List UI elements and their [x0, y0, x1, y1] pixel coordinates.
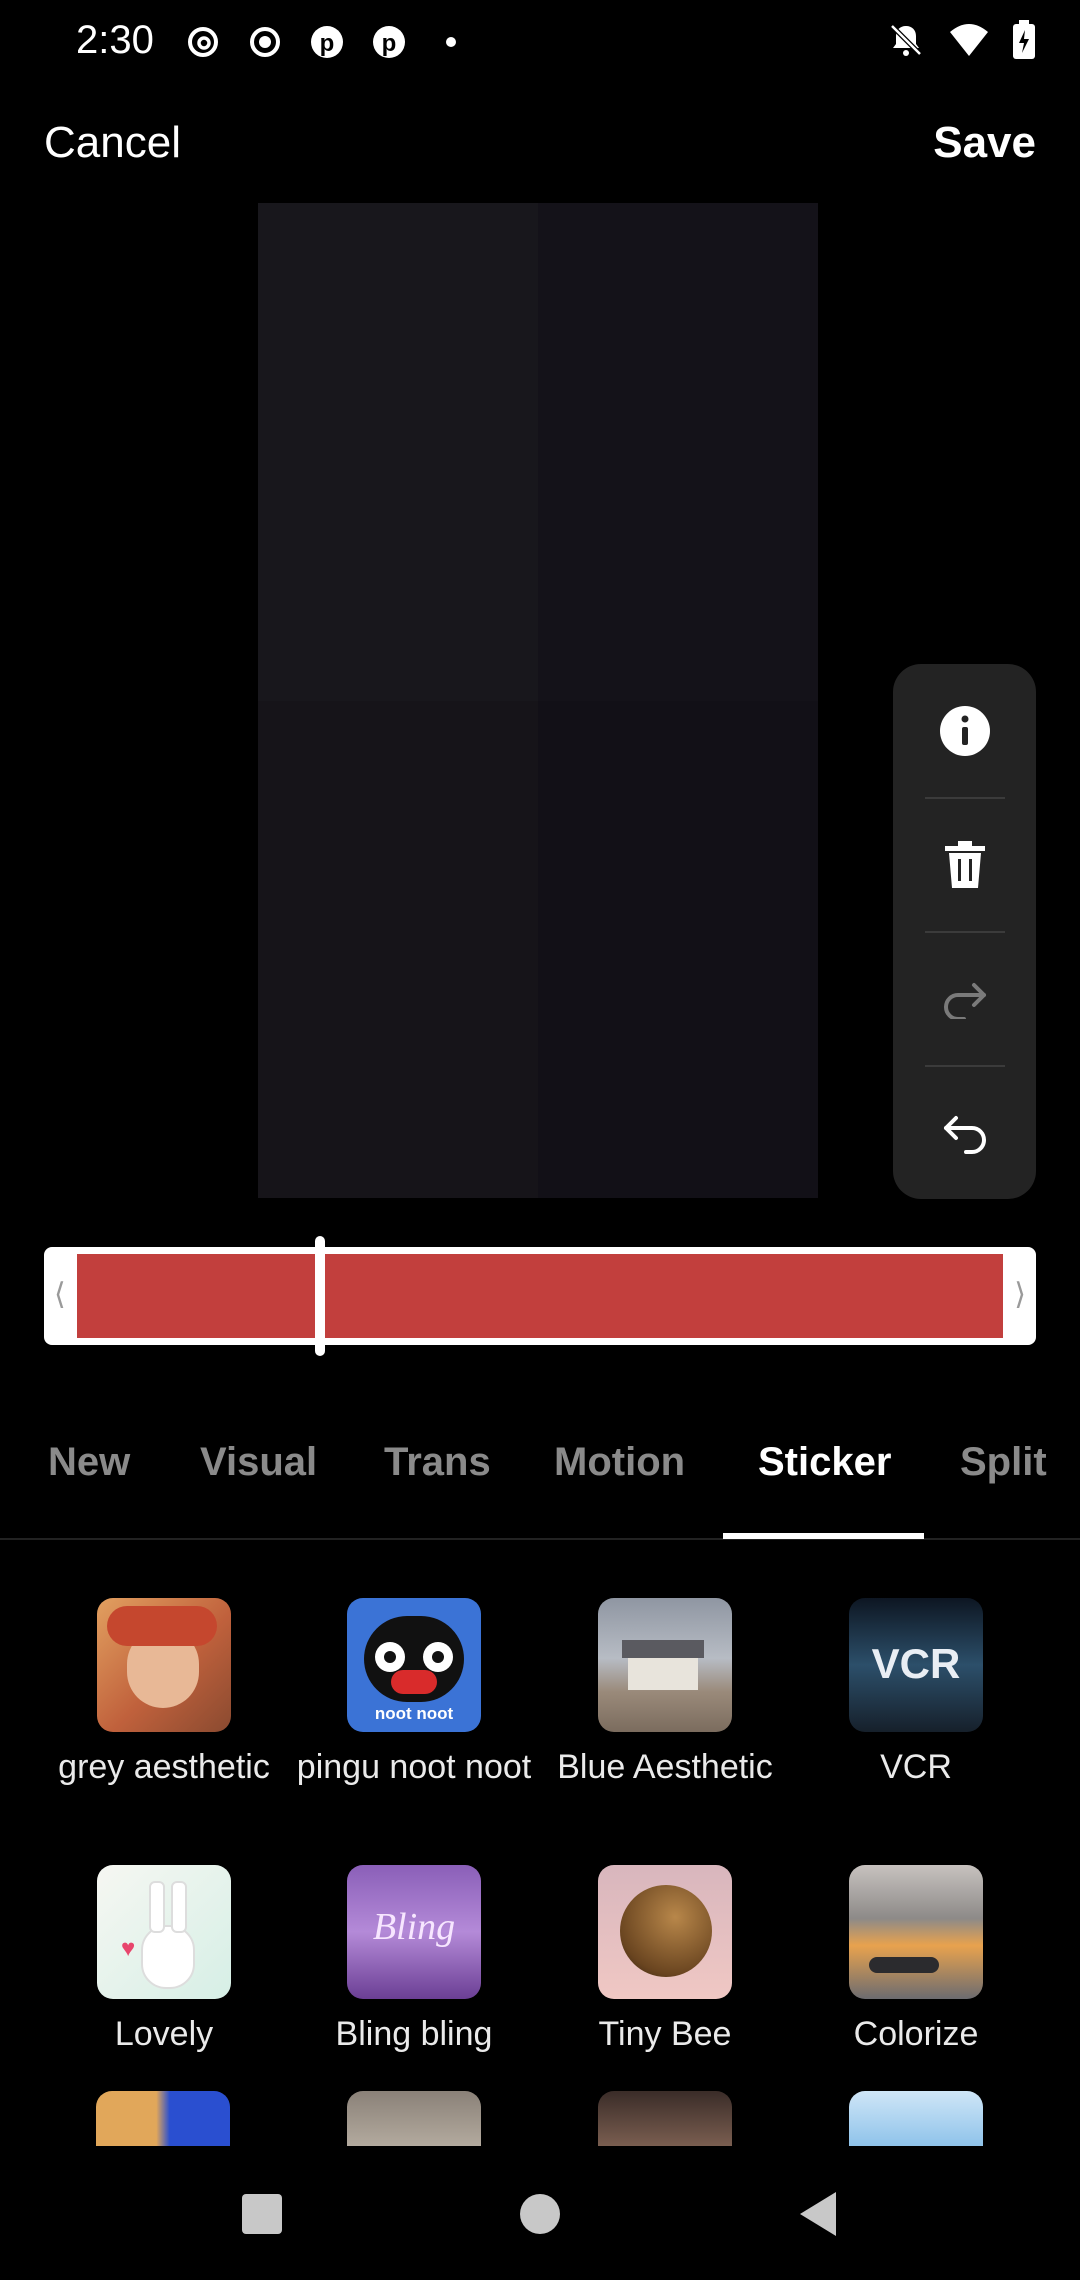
system-nav-bar	[0, 2148, 1080, 2280]
tab-trans[interactable]: Trans	[384, 1440, 491, 1485]
sticker-thumbnail	[97, 1598, 231, 1732]
pinterest-icon: p	[368, 21, 410, 63]
recents-square-icon	[242, 2194, 282, 2234]
sticker-label: Colorize	[853, 2015, 979, 2053]
back-triangle-icon	[800, 2192, 836, 2236]
sticker-tiny-bee[interactable]: Tiny Bee	[545, 1865, 785, 2055]
status-left-icons: p p	[182, 22, 472, 62]
undo-button[interactable]	[893, 1066, 1036, 1199]
sticker-lovely[interactable]: ♥ Lovely	[44, 1865, 284, 2055]
undo-icon	[943, 1115, 986, 1154]
status-time: 2:30	[76, 18, 154, 62]
sticker-label: Bling bling	[335, 2015, 493, 2053]
sticker-vcr[interactable]: VCR VCR	[796, 1598, 1036, 1788]
preview-quadrant	[538, 203, 818, 701]
sticker-label: Lovely	[114, 2015, 214, 2053]
tab-split[interactable]: Split	[960, 1440, 1047, 1485]
sticker-pingu-noot-noot[interactable]: noot noot pingu noot noot	[294, 1598, 534, 1788]
side-toolbar	[893, 664, 1036, 1199]
sticker-thumbnail	[598, 1598, 732, 1732]
heart-icon: ♥	[121, 1935, 136, 1962]
info-button[interactable]	[893, 664, 1036, 797]
recents-button[interactable]	[232, 2184, 292, 2244]
sticker-thumbnail: Bling	[347, 1865, 481, 1999]
tab-motion[interactable]: Motion	[554, 1440, 685, 1485]
preview-quadrant	[538, 700, 818, 1198]
tab-sticker[interactable]: Sticker	[758, 1440, 891, 1485]
record-icon	[244, 21, 286, 63]
sticker-thumbnail: noot noot	[347, 1598, 481, 1732]
sticker-grey-aesthetic[interactable]: grey aesthetic	[44, 1598, 284, 1788]
trash-icon	[944, 840, 985, 888]
timeline-playhead[interactable]	[315, 1236, 325, 1356]
status-right-icons	[886, 20, 1036, 65]
active-tab-indicator	[723, 1533, 924, 1539]
notifications-off-icon	[886, 20, 926, 65]
tab-new[interactable]: New	[48, 1440, 130, 1485]
sticker-bling-bling[interactable]: Bling Bling bling	[294, 1865, 534, 2055]
redo-icon	[943, 982, 986, 1019]
tab-visual[interactable]: Visual	[200, 1440, 317, 1485]
wifi-icon	[948, 22, 990, 63]
sticker-thumb-text: Bling	[372, 1906, 456, 1948]
sticker-thumbnail	[598, 1865, 732, 1999]
cancel-button[interactable]: Cancel	[44, 118, 181, 168]
timeline-left-handle[interactable]: ⟨	[54, 1277, 66, 1312]
sticker-thumb-text: noot noot	[374, 1704, 454, 1723]
dot-icon	[430, 21, 472, 63]
threads-icon	[182, 21, 224, 63]
sticker-label: pingu noot noot	[296, 1748, 532, 1786]
redo-button[interactable]	[893, 932, 1036, 1065]
sticker-label: Blue Aesthetic	[557, 1748, 773, 1786]
sticker-thumbnail	[849, 1865, 983, 1999]
preview-quadrant	[258, 203, 538, 701]
save-button[interactable]: Save	[933, 118, 1036, 168]
sticker-thumbnail-partial[interactable]	[347, 2091, 481, 2146]
sticker-label: VCR	[880, 1748, 952, 1786]
sticker-thumbnail-partial[interactable]	[96, 2091, 230, 2146]
sticker-thumbnail: ♥	[97, 1865, 231, 1999]
battery-charging-icon	[1012, 20, 1036, 65]
sticker-thumbnail-partial[interactable]	[598, 2091, 732, 2146]
effect-tabs: New Visual Trans Motion Sticker Split	[0, 1440, 1080, 1540]
sticker-blue-aesthetic[interactable]: Blue Aesthetic	[545, 1598, 785, 1788]
svg-text:p: p	[320, 30, 335, 57]
pinterest-icon: p	[306, 21, 348, 63]
delete-button[interactable]	[893, 798, 1036, 931]
sticker-colorize[interactable]: Colorize	[796, 1865, 1036, 2055]
sticker-thumbnail-partial[interactable]	[849, 2091, 983, 2146]
sticker-thumbnail: VCR	[849, 1598, 983, 1732]
preview-quadrant	[258, 700, 538, 1198]
info-icon	[939, 705, 990, 756]
svg-text:p: p	[382, 30, 397, 57]
sticker-label: grey aesthetic	[58, 1748, 270, 1786]
timeline-right-handle[interactable]: ⟩	[1014, 1277, 1026, 1312]
timeline-track[interactable]	[77, 1254, 1003, 1338]
sticker-thumb-text: VCR	[871, 1640, 961, 1687]
sticker-label: Tiny Bee	[598, 2015, 732, 2053]
video-preview[interactable]	[258, 203, 818, 1198]
home-circle-icon	[520, 2194, 560, 2234]
back-button[interactable]	[788, 2184, 848, 2244]
timeline[interactable]: ⟨ ⟩	[44, 1247, 1036, 1345]
home-button[interactable]	[510, 2184, 570, 2244]
